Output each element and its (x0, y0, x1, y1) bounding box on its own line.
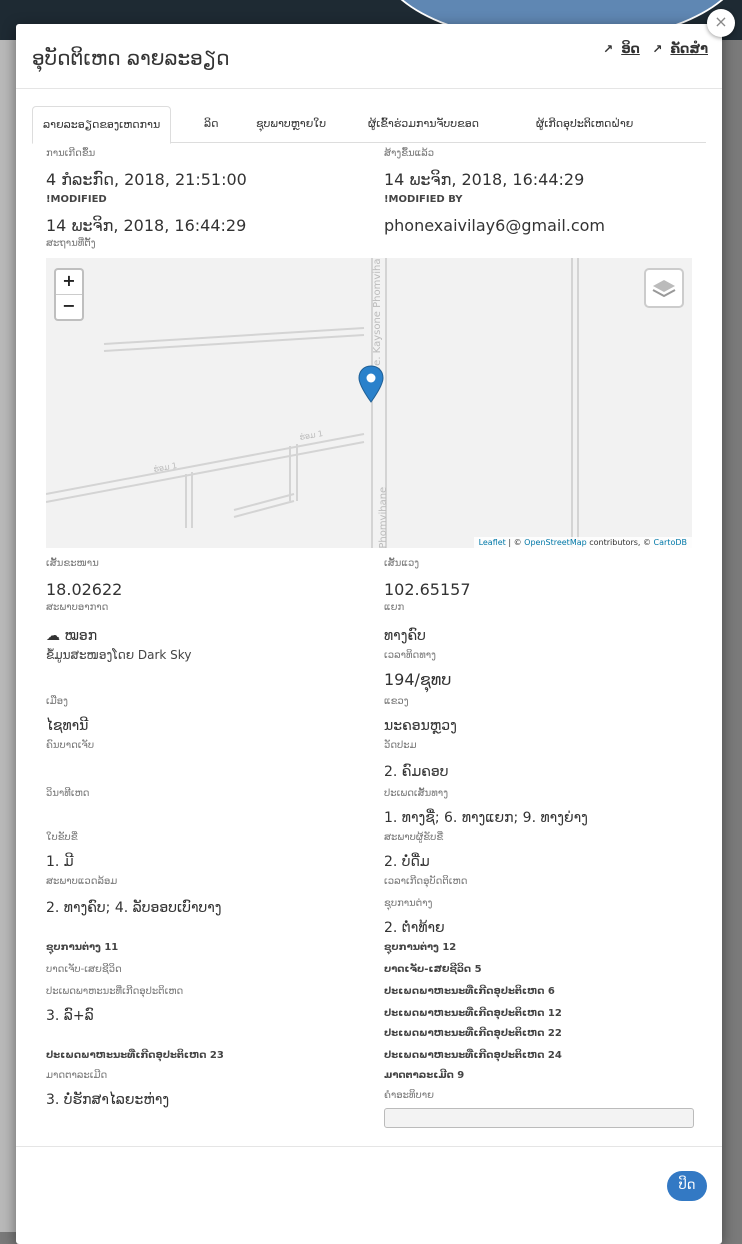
layers-glyph (652, 280, 676, 298)
driver-status-value: 2. ບໍ່ດື່ມ (384, 854, 430, 870)
edit-icon: ↗ (603, 42, 614, 56)
longitude-value: 102.65157 (384, 580, 471, 599)
modal-footer: ປິດ (16, 1146, 722, 1244)
province-label: ແຂວງ (384, 696, 409, 707)
vehicle-value: 3. ລົ+ລົ (46, 1008, 94, 1024)
severity-value: 2. ຄົມຄອບ (384, 764, 449, 780)
edit-link[interactable]: ອິດ (621, 42, 640, 57)
map-road (46, 433, 365, 495)
vehicle-label: ປະເພດພາຫະນະທີ່ເກີດອຸປະຕິເຫດ (46, 986, 184, 997)
license-label: ໃບຂັບຂີ່ (46, 832, 78, 843)
direction-value: 194/ຊຸທບ (384, 670, 452, 689)
measure-value: 3. ບໍ່ຮັກສາໄລຍະຫ່າງ (46, 1092, 170, 1108)
latitude-value: 18.02622 (46, 580, 123, 599)
map-road-tag: ຮ່ອມ 1 (153, 460, 178, 474)
damage-value: 2. ຕ່ຳທ້າຍ (384, 920, 445, 936)
measure-label: ມາດຕາລະເມີດ (46, 1070, 108, 1081)
note-field[interactable] (384, 1108, 694, 1128)
created-value: 4 ກໍລະກົດ, 2018, 21:51:00 (46, 170, 247, 189)
map-road (103, 334, 365, 352)
modified-by-label: !MODIFIED BY (384, 194, 463, 205)
weather-value-row: ☁ ໝອກ (46, 628, 97, 644)
created-by-value: 14 ພະຈິກ, 2018, 16:44:29 (384, 170, 585, 189)
location-marker-icon[interactable] (358, 365, 384, 403)
zoom-out-button[interactable]: − (56, 294, 82, 319)
longitude-label: ເສັ້ນແວງ (384, 558, 420, 569)
city-value: ໄຊທານີ (46, 718, 89, 734)
created-by-label: ສ້າງຂຶ້ນແລ້ວ (384, 148, 435, 159)
road-condition-label: ສະພາບແວດລ້ອມ (46, 876, 118, 887)
tab-participants[interactable]: ຜູ້ເຂົ້າຮ່ວມການຈັບບຂອດ (358, 106, 489, 142)
modified-by-value: phonexaivilay6@gmail.com (384, 216, 606, 235)
modal-title: ອຸບັດຕິເຫດ ລາຍລະອຽດ (32, 46, 230, 70)
header-links: ↗ ອິດ ↗ ຄັດສຳ (603, 42, 708, 57)
detail-tabs: ລາຍລະອຽດຂອງເຫດການ ລິດ ຊຸບພາບຫຼາຍໃບ ຜູ້ເຂ… (32, 106, 706, 144)
map-road (103, 327, 365, 345)
severity-label: ວັດປະມ (384, 740, 417, 751)
direction-label: ເວລາທິດທາງ (384, 650, 436, 661)
latitude-label: ເສັ້ນຂະໜານ (46, 558, 99, 569)
page-backdrop (0, 40, 16, 1232)
injury-5-label: ບາດເຈັບ-ເສຍຊີວິດ 5 (384, 964, 482, 975)
created-label: ການເກີດຂຶ້ນ (46, 148, 96, 159)
map-tiles: Ave. Kaysone Phomvihane e Phomvihane ຮ່ອ… (46, 258, 579, 548)
injury-label: ບາດເຈັບ-ເສຍຊີວິດ (46, 964, 122, 975)
place-label: ຄົນບາດເຈັບ (46, 740, 95, 751)
road-type-value: 1. ທາງຊື່; 6. ທາງແຍກ; 9. ທາງຍ່າງ (384, 810, 588, 826)
leaflet-link[interactable]: Leaflet (479, 538, 506, 547)
map-road (46, 441, 365, 503)
tab-photos[interactable]: ຊຸບພາບຫຼາຍໃບ (246, 106, 336, 142)
vehicle-22-label: ປະເພດພາຫະນະທີ່ເກີດອຸປະຕິເຫດ 22 (384, 1028, 562, 1039)
extra-12-label: ຊຸບການຕ່າງ 12 (384, 942, 457, 953)
map-road (233, 493, 295, 511)
map-road-label: Ave. Kaysone Phomvihane (372, 258, 383, 378)
road-value: ທາງຄົບ (384, 628, 426, 644)
cartodb-link[interactable]: CartoDB (654, 538, 687, 547)
road-condition-value: 2. ທາງຄົບ; 4. ລັບອອບເບົາບາງ (46, 900, 222, 916)
location-label: ສະຖານທີ່ຕັ້ງ (46, 238, 96, 249)
driver-status-label: ສະພາບຜູ້ຂັບຂີ່ (384, 832, 444, 843)
note-label: ຄຳອະທິບາຍ (384, 1090, 434, 1101)
damage-label: ຊຸບການຕ່າງ (384, 898, 433, 909)
accident-detail-modal: ອຸບັດຕິເຫດ ລາຍລະອຽດ ↗ ອິດ ↗ ຄັດສຳ ລາຍລະອຽດ… (16, 24, 722, 1244)
map-attribution: Leaflet | © OpenStreetMap contributors, … (473, 537, 692, 548)
close-button[interactable]: ປິດ (667, 1171, 707, 1201)
road-label: ແຍກ (384, 602, 405, 613)
measure-9-label: ມາດຕາລະເມີດ 9 (384, 1070, 465, 1081)
weather-source: ຂໍ້ມູນສະໜອງໂດຍ Dark Sky (46, 648, 192, 662)
vehicle-24-label: ປະເພດພາຫະນະທີ່ເກີດອຸປະຕິເຫດ 24 (384, 1050, 562, 1061)
map-road-label: e Phomvihane (378, 487, 389, 548)
modified-value: 14 ພະຈິກ, 2018, 16:44:29 (46, 216, 247, 235)
location-map[interactable]: Ave. Kaysone Phomvihane e Phomvihane ຮ່ອ… (46, 258, 692, 548)
print-icon: ↗ (652, 42, 663, 56)
modal-header: ອຸບັດຕິເຫດ ລາຍລະອຽດ ↗ ອິດ ↗ ຄັດສຳ (16, 24, 722, 89)
license-value: 1. ມີ (46, 854, 74, 870)
print-link[interactable]: ຄັດສຳ (670, 42, 708, 57)
tab-parties[interactable]: ຜູ້ເກີດອຸປະຕິເຫດຝ່າຍ (526, 106, 643, 142)
map-zoom-control: + − (54, 268, 84, 321)
vehicle-12-label: ປະເພດພາຫະນະທີ່ເກີດອຸປະຕິເຫດ 12 (384, 1008, 562, 1019)
road-type-label: ປະເພດເສັ້ນທາງ (384, 788, 449, 799)
tab-details[interactable]: ລາຍລະອຽດຂອງເຫດການ (32, 106, 172, 144)
cloud-icon: ☁ (46, 628, 60, 644)
modal-close-icon[interactable]: × (707, 9, 735, 37)
map-road (233, 500, 295, 518)
extra-11-label: ຊຸບການຕ່າງ 11 (46, 942, 119, 953)
osm-link[interactable]: OpenStreetMap (524, 538, 587, 547)
vehicle-6-label: ປະເພດພາຫະນະທີ່ເກີດອຸປະຕິເຫດ 6 (384, 986, 555, 997)
modified-label: !MODIFIED (46, 194, 107, 205)
tab-vehicle[interactable]: ລິດ (194, 106, 229, 142)
zoom-in-button[interactable]: + (56, 270, 82, 294)
layers-icon[interactable] (644, 268, 684, 308)
accident-time-label: ເວລາເກີດອຸບັດຕິເຫດ (384, 876, 468, 887)
map-road-tag: ຮ່ອມ 1 (299, 428, 324, 442)
province-value: ນະຄອນຫຼວງ (384, 718, 457, 734)
vehicle-23-label: ປະເພດພາຫະນະທີ່ເກີດອຸປະຕິເຫດ 23 (46, 1050, 224, 1061)
weather-label: ສະພາບອາກາດ (46, 602, 109, 613)
attribution-mid: contributors, © (586, 538, 654, 547)
weather-value: ໝອກ (64, 628, 98, 644)
attribution-sep: | © (505, 538, 525, 547)
cause-label: ວິນາທີເຫດ (46, 788, 90, 799)
city-label: ເມືອງ (46, 696, 68, 707)
